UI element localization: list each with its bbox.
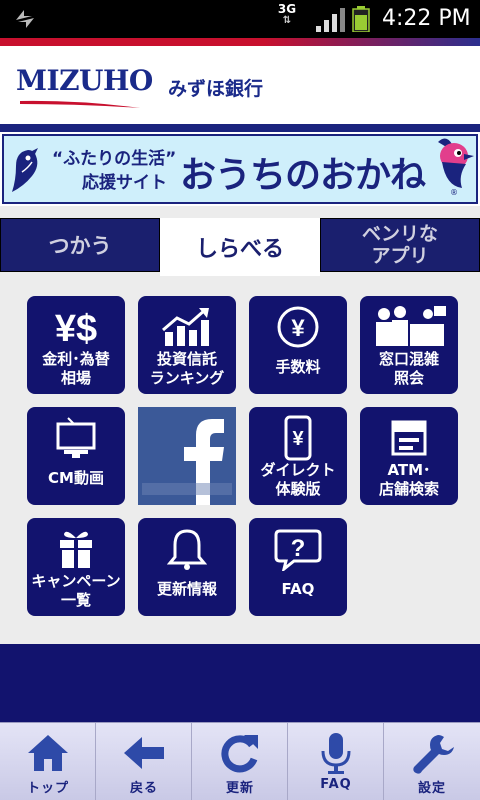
menu-grid: ¥$ 金利･為替 相場 投資信託 ランキング ¥ 手数料 窓口混雑 照会 CM動… <box>0 276 480 644</box>
content-area: つかう しらべる ベンリな アプリ ¥$ 金利･為替 相場 投資信託 ランキング… <box>0 206 480 644</box>
app-header: MIZUHO みずほ銀行 <box>0 46 480 124</box>
signal-icon <box>316 8 345 32</box>
svg-text:?: ? <box>291 535 306 562</box>
logo-swoosh-icon <box>20 100 140 108</box>
tv-icon <box>27 415 125 461</box>
yen-coin-icon: ¥ <box>249 304 347 350</box>
chart-up-icon <box>138 304 236 350</box>
nav-label: 更新 <box>225 781 254 796</box>
tile-label: FAQ <box>281 580 315 598</box>
tab-benri-apps[interactable]: ベンリな アプリ <box>320 218 480 272</box>
tile-label: 手数料 <box>275 358 321 376</box>
registered-mark: ® <box>450 188 458 197</box>
network-indicator: 3G ⇅ <box>276 3 298 27</box>
tile-facebook[interactable] <box>138 407 236 505</box>
data-arrows-icon: ⇅ <box>282 15 292 26</box>
tab-label-line1: ベンリな <box>361 223 438 245</box>
gift-icon <box>27 526 125 572</box>
bottom-navigation: トップ 戻る 更新 FAQ 設定 <box>0 722 480 800</box>
tile-updates[interactable]: 更新情報 <box>138 518 236 616</box>
nav-refresh[interactable]: 更新 <box>192 723 288 800</box>
tile-interest-exchange[interactable]: ¥$ 金利･為替 相場 <box>27 296 125 394</box>
tile-label: ATM･ <box>387 461 431 479</box>
nav-top[interactable]: トップ <box>0 723 96 800</box>
tab-label: つかう <box>48 234 112 258</box>
back-arrow-icon <box>124 737 164 769</box>
tile-label-2: 一覧 <box>60 591 91 609</box>
banner-subtitle: “ふたりの生活” <box>52 149 177 169</box>
footer-band <box>0 644 480 722</box>
promo-banner[interactable]: “ふたりの生活” 応援サイト おうちのおかね ® <box>0 130 480 206</box>
tile-fund-ranking[interactable]: 投資信託 ランキング <box>138 296 236 394</box>
tile-label: CM動画 <box>48 469 104 487</box>
nav-label: FAQ <box>320 777 352 792</box>
nav-label: 設定 <box>417 781 446 796</box>
tile-direct-trial[interactable]: ¥ ダイレクト 体験版 <box>249 407 347 505</box>
tile-label: 金利･為替 <box>42 350 110 368</box>
bank-name: みずほ銀行 <box>168 78 264 100</box>
tab-label: しらべる <box>195 237 284 262</box>
yen-dollar-icon: ¥$ <box>27 304 125 350</box>
clock: 4:22 PM <box>382 6 471 31</box>
tile-faq[interactable]: ? FAQ <box>249 518 347 616</box>
bell-icon <box>138 526 236 572</box>
status-bar: 3G ⇅ 4:22 PM <box>0 0 480 38</box>
nav-label: トップ <box>26 781 69 796</box>
tile-label-2: ランキング <box>149 369 225 387</box>
tile-label: 更新情報 <box>156 580 217 598</box>
counter-people-icon <box>360 304 458 350</box>
nav-faq[interactable]: FAQ <box>288 723 384 800</box>
tile-label-2: 相場 <box>60 369 91 387</box>
bird-icon <box>12 148 38 192</box>
home-icon <box>28 735 68 771</box>
refresh-icon <box>221 735 258 773</box>
tile-label-2: 体験版 <box>275 480 321 498</box>
tab-shiraberu[interactable]: しらべる <box>160 218 320 276</box>
svg-text:¥: ¥ <box>291 315 305 342</box>
tile-label-2: 店舗検索 <box>378 480 439 498</box>
facebook-stripe <box>142 483 232 495</box>
tile-label-2: 照会 <box>393 369 424 387</box>
pink-bird-icon <box>438 138 474 188</box>
network-type: 3G <box>277 2 297 16</box>
banner-subtitle-2: 応援サイト <box>82 173 167 193</box>
nav-settings[interactable]: 設定 <box>384 723 480 800</box>
phone-yen-icon: ¥ <box>249 415 347 461</box>
accent-line <box>0 38 480 46</box>
sync-icon <box>16 10 34 28</box>
microphone-icon <box>321 733 351 774</box>
tile-label: キャンペーン <box>31 572 121 590</box>
svg-text:¥: ¥ <box>292 428 304 450</box>
banner-frame: “ふたりの生活” 応援サイト おうちのおかね ® <box>2 134 478 204</box>
nav-back[interactable]: 戻る <box>96 723 192 800</box>
tile-label: 窓口混雑 <box>378 350 439 368</box>
tile-label: ダイレクト <box>260 461 336 479</box>
atm-icon <box>360 415 458 461</box>
tile-campaign-list[interactable]: キャンペーン 一覧 <box>27 518 125 616</box>
tile-fees[interactable]: ¥ 手数料 <box>249 296 347 394</box>
tab-label-line2: アプリ <box>371 245 429 267</box>
tile-counter-congestion[interactable]: 窓口混雑 照会 <box>360 296 458 394</box>
tile-atm-search[interactable]: ATM･ 店舗検索 <box>360 407 458 505</box>
wrench-icon <box>413 735 454 774</box>
tab-tsukau[interactable]: つかう <box>0 218 160 272</box>
tile-cm-video[interactable]: CM動画 <box>27 407 125 505</box>
svg-text:¥$: ¥$ <box>55 308 97 347</box>
logo-text: MIZUHO <box>16 64 153 97</box>
tile-label: 投資信託 <box>156 350 217 368</box>
nav-label: 戻る <box>129 781 158 796</box>
banner-title: おうちのおかね <box>180 155 426 196</box>
battery-icon <box>352 6 370 32</box>
question-bubble-icon: ? <box>249 526 347 572</box>
